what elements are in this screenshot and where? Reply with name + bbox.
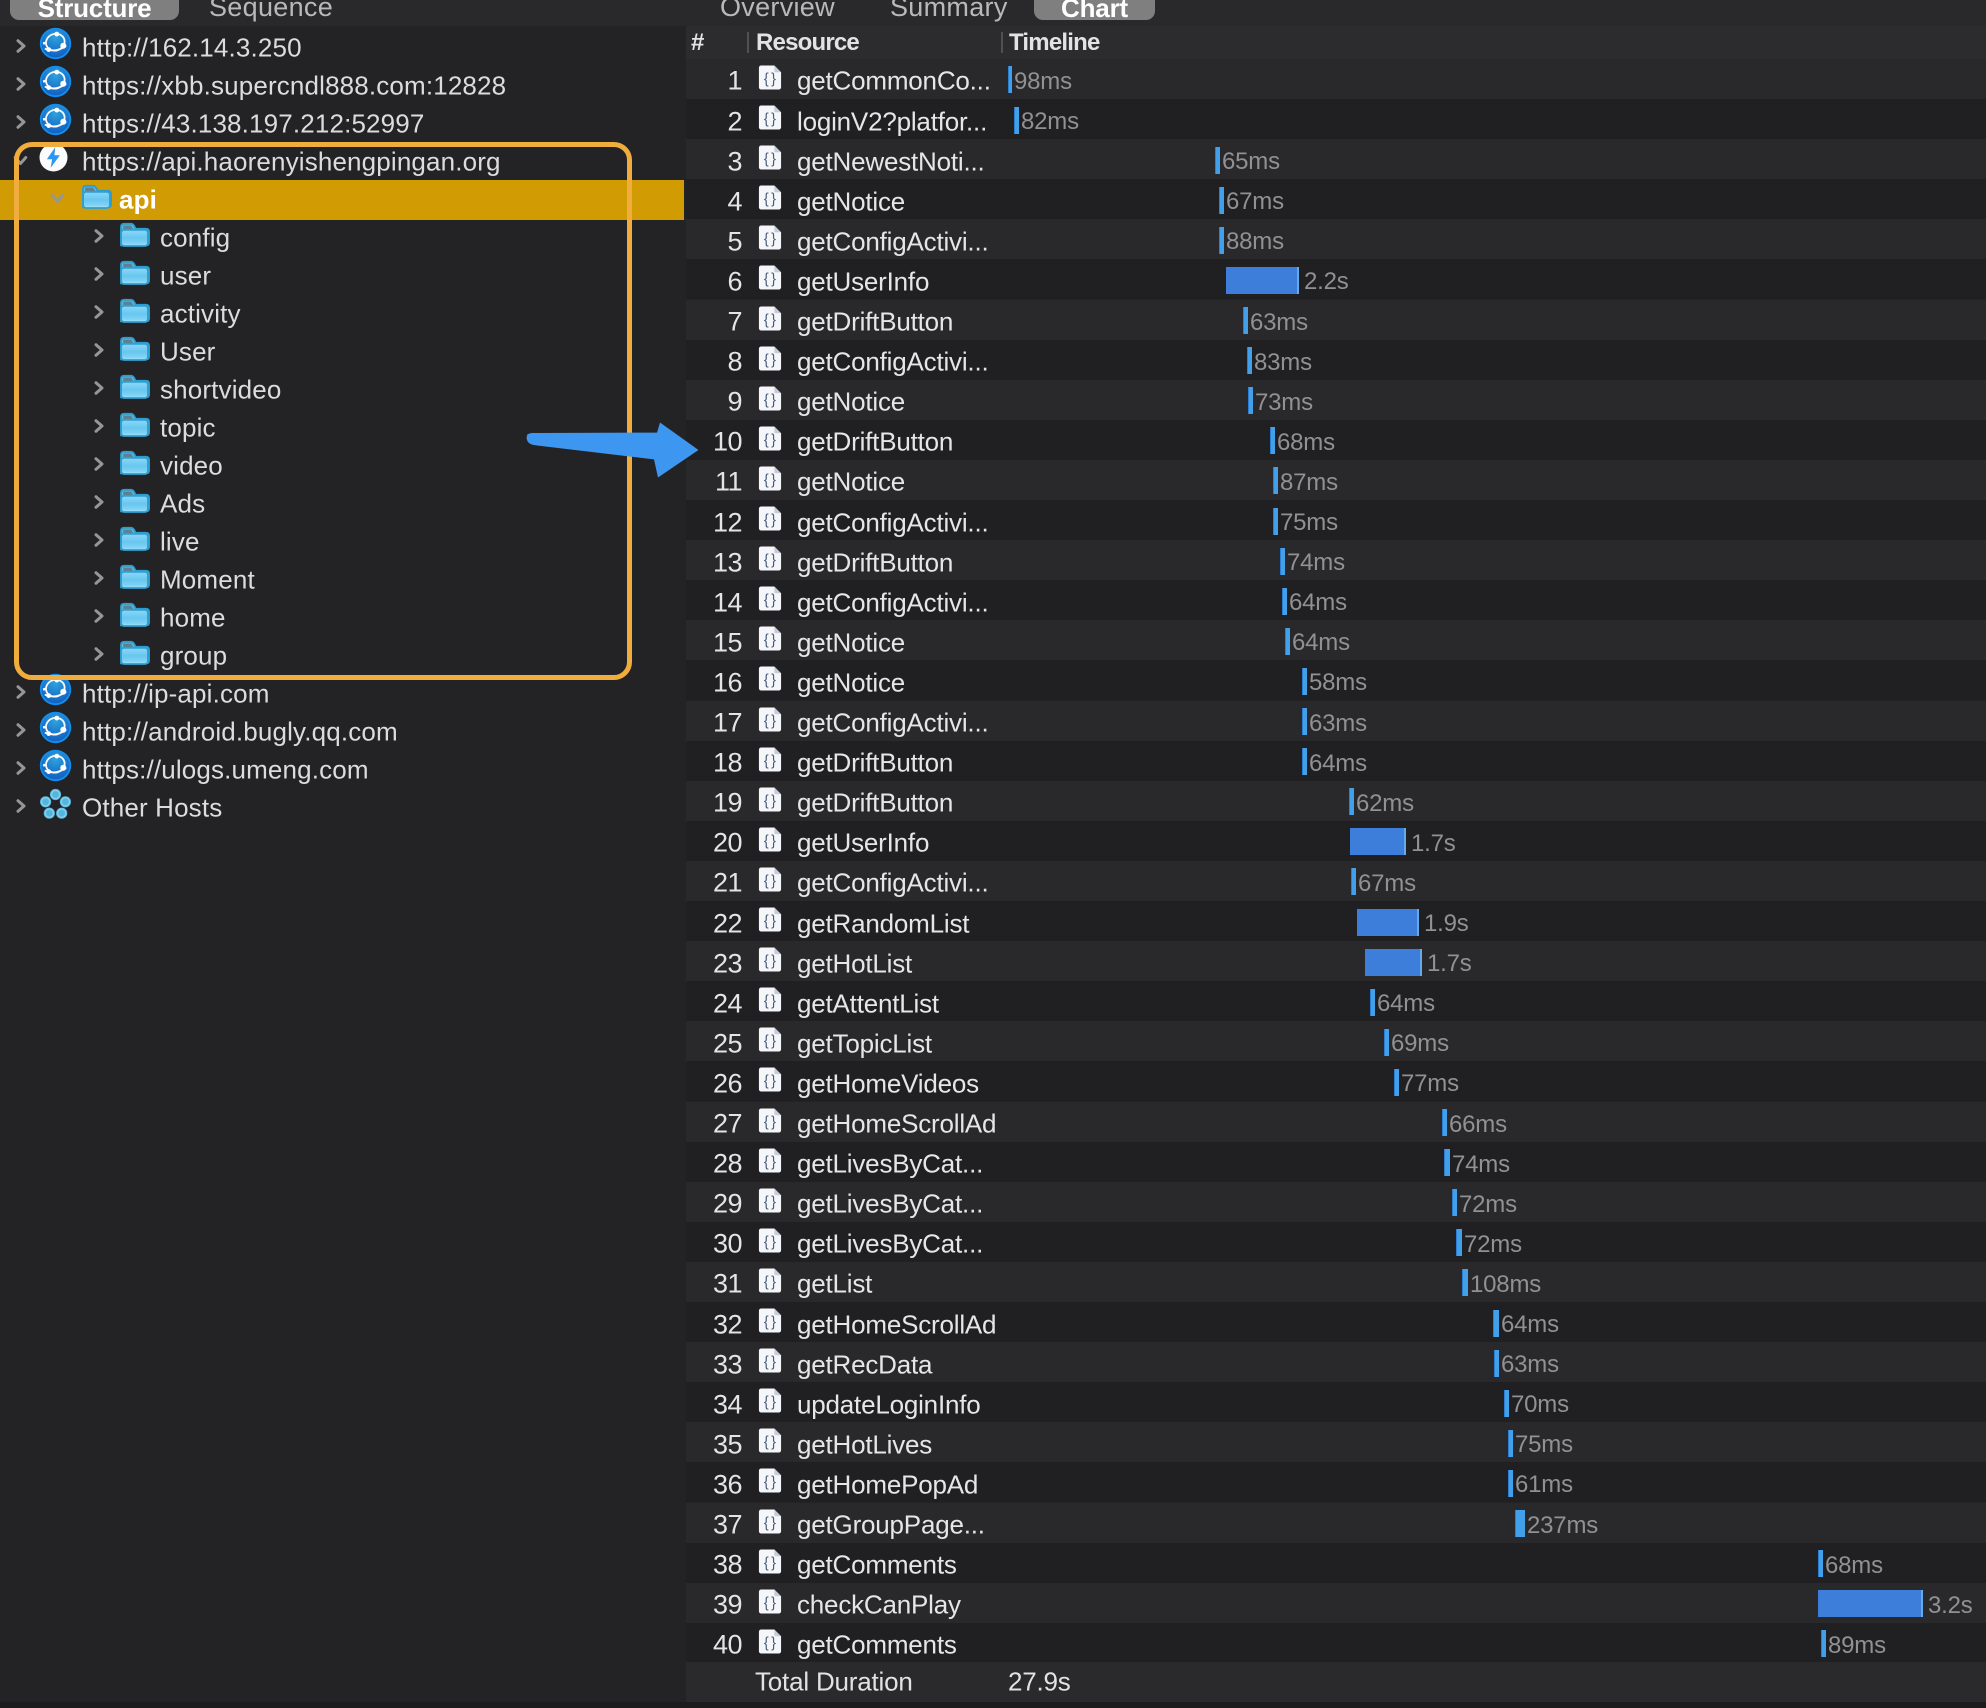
svg-text:}: } [771,1475,776,1491]
svg-text:}: } [771,272,776,288]
svg-text:}: } [771,833,776,849]
svg-text:}: } [771,713,776,729]
svg-text:{: { [764,1154,769,1170]
svg-text:{: { [764,1034,769,1050]
svg-text:}: } [771,151,776,167]
svg-text:}: } [771,352,776,368]
svg-text:}: } [771,1435,776,1451]
svg-text:{: { [764,432,769,448]
svg-text:}: } [771,1595,776,1611]
svg-text:{: { [764,633,769,649]
svg-text:}: } [771,953,776,969]
svg-text:{: { [764,151,769,167]
svg-text:}: } [771,1635,776,1651]
svg-text:}: } [771,1154,776,1170]
svg-text:{: { [764,1274,769,1290]
svg-text:{: { [764,673,769,689]
svg-text:{: { [764,873,769,889]
svg-text:}: } [771,71,776,87]
svg-text:}: } [771,1395,776,1411]
svg-text:{: { [764,1354,769,1370]
svg-text:}: } [771,312,776,328]
svg-text:{: { [764,753,769,769]
svg-text:{: { [764,552,769,568]
svg-text:{: { [764,1074,769,1090]
svg-text:}: } [771,633,776,649]
svg-text:{: { [764,472,769,488]
svg-text:{: { [764,1395,769,1411]
svg-text:{: { [764,1515,769,1531]
svg-text:}: } [771,793,776,809]
svg-text:}: } [771,392,776,408]
svg-text:}: } [771,1074,776,1090]
svg-text:}: } [771,593,776,609]
svg-text:{: { [764,1635,769,1651]
svg-text:}: } [771,192,776,208]
svg-text:{: { [764,1314,769,1330]
svg-text:}: } [771,1354,776,1370]
svg-text:{: { [764,71,769,87]
svg-text:{: { [764,392,769,408]
svg-text:{: { [764,1194,769,1210]
svg-text:{: { [764,953,769,969]
svg-text:{: { [764,793,769,809]
svg-text:}: } [771,111,776,127]
svg-text:{: { [764,994,769,1010]
svg-text:{: { [764,232,769,248]
svg-text:}: } [771,1234,776,1250]
svg-text:{: { [764,1114,769,1130]
svg-text:}: } [771,753,776,769]
svg-text:{: { [764,1475,769,1491]
svg-text:{: { [764,111,769,127]
svg-text:{: { [764,593,769,609]
svg-text:}: } [771,512,776,528]
svg-text:}: } [771,1274,776,1290]
svg-text:}: } [771,913,776,929]
svg-text:{: { [764,1435,769,1451]
svg-text:{: { [764,913,769,929]
svg-text:{: { [764,713,769,729]
svg-text:}: } [771,994,776,1010]
svg-text:{: { [764,192,769,208]
svg-text:{: { [764,1555,769,1571]
svg-text:}: } [771,1034,776,1050]
svg-text:}: } [771,552,776,568]
svg-text:}: } [771,873,776,889]
svg-text:}: } [771,232,776,248]
svg-text:{: { [764,352,769,368]
svg-text:{: { [764,512,769,528]
svg-text:}: } [771,673,776,689]
svg-text:{: { [764,312,769,328]
svg-text:{: { [764,1234,769,1250]
svg-text:{: { [764,272,769,288]
svg-text:}: } [771,472,776,488]
svg-text:{: { [764,1595,769,1611]
svg-text:}: } [771,1555,776,1571]
svg-text:}: } [771,1314,776,1330]
svg-text:}: } [771,1515,776,1531]
svg-text:{: { [764,833,769,849]
svg-text:}: } [771,1114,776,1130]
svg-text:}: } [771,432,776,448]
svg-text:}: } [771,1194,776,1210]
